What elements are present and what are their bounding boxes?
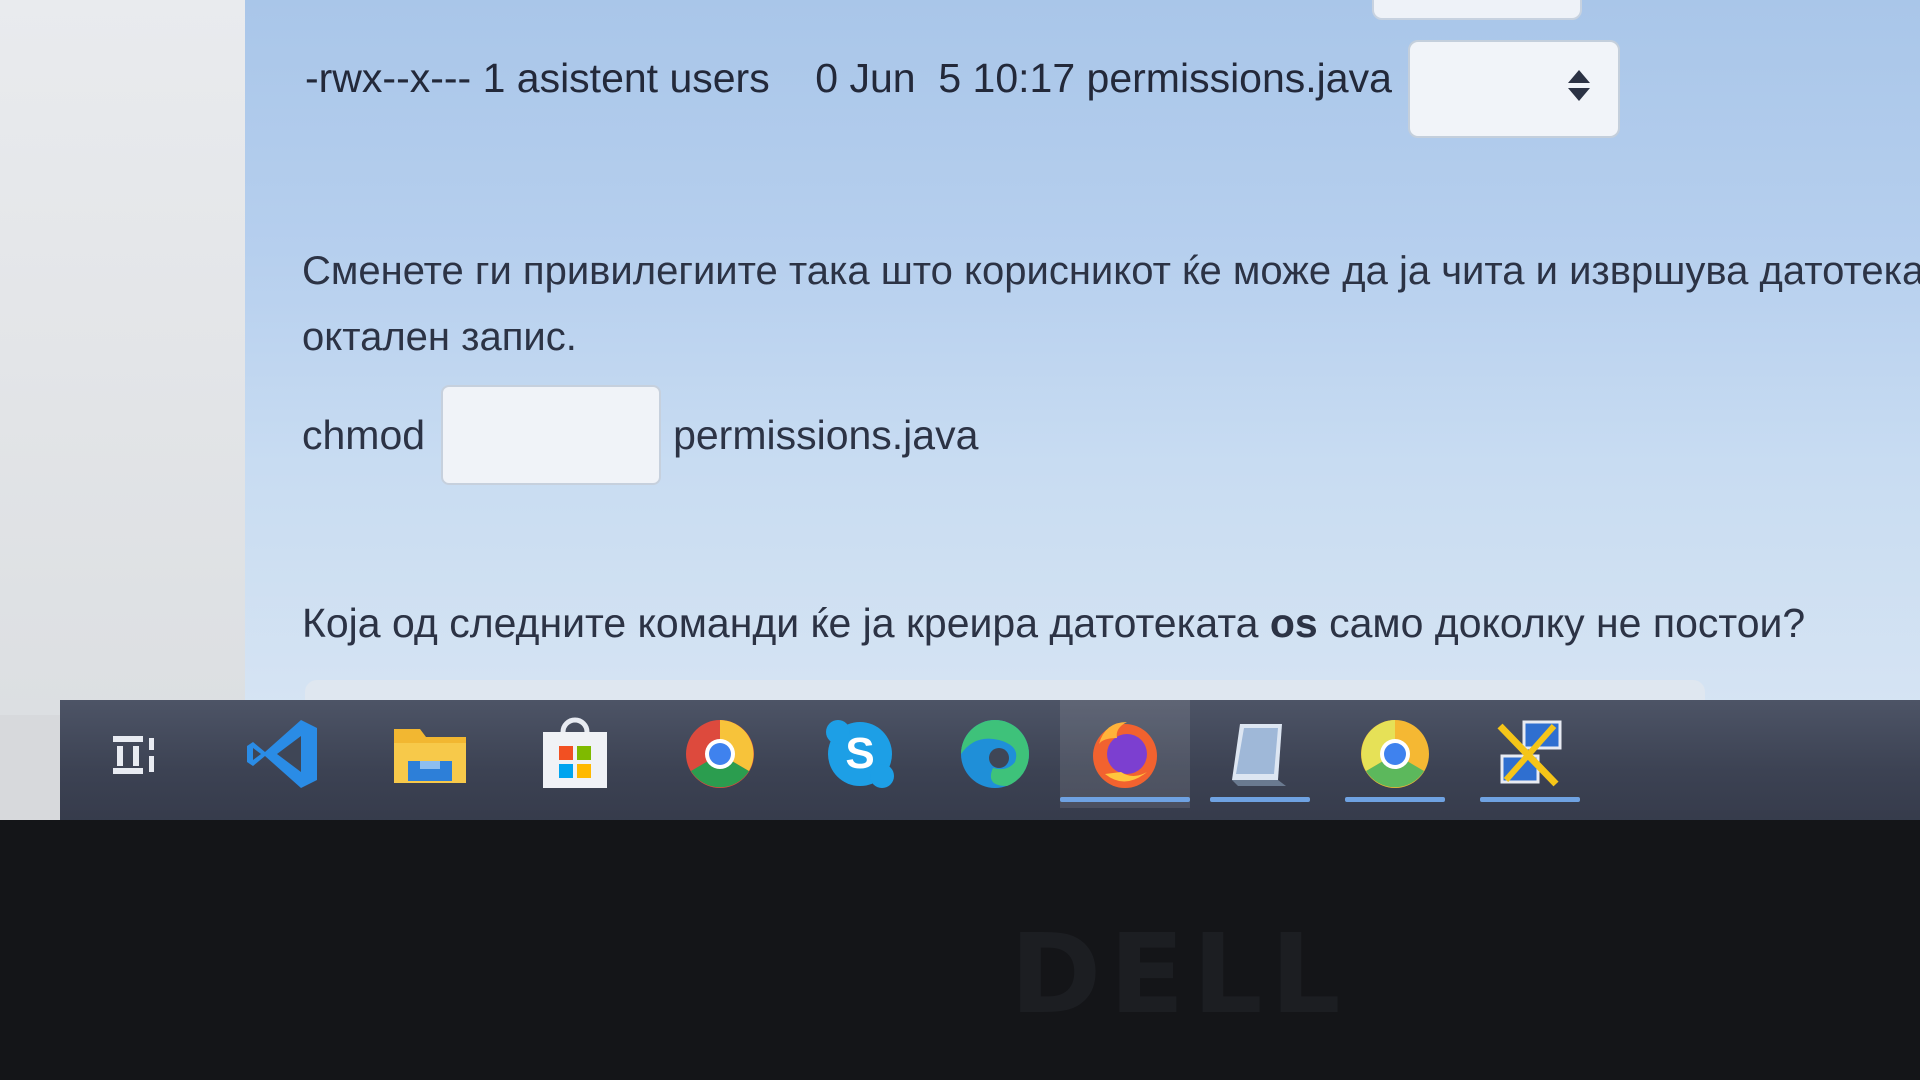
screen: -rwx--x--- 1 asistent users 0 Jun 5 10:1… bbox=[0, 0, 1920, 820]
firefox-running-indicator bbox=[1060, 797, 1190, 802]
previous-select-box[interactable] bbox=[1372, 0, 1582, 20]
question-2-filename: os bbox=[1269, 600, 1318, 646]
taskbar-store[interactable] bbox=[510, 700, 640, 808]
taskbar-task-view[interactable] bbox=[70, 700, 200, 808]
edge-icon bbox=[961, 720, 1030, 788]
svg-text:S: S bbox=[845, 729, 874, 778]
chmod-filename: permissions.java bbox=[673, 411, 979, 458]
taskbar-file-explorer[interactable] bbox=[365, 700, 495, 808]
taskbar-remote-tools[interactable] bbox=[1465, 700, 1595, 808]
question-2-text: Која од следните команди ќе ја креира да… bbox=[302, 600, 1920, 647]
question-text: Сменете ги привилегиите така што корисни… bbox=[302, 238, 1920, 370]
taskbar-chrome[interactable] bbox=[655, 700, 785, 808]
vscode-icon bbox=[247, 720, 317, 788]
laptop-bezel bbox=[0, 820, 1920, 1080]
taskbar-skype[interactable]: S bbox=[795, 700, 925, 808]
chrome-canary-icon bbox=[1361, 720, 1429, 788]
permission-listing: -rwx--x--- 1 asistent users 0 Jun 5 10:1… bbox=[305, 55, 1392, 101]
virtualbox-icon bbox=[1232, 724, 1286, 786]
taskbar-virtualbox[interactable] bbox=[1195, 700, 1325, 808]
quiz-content: -rwx--x--- 1 asistent users 0 Jun 5 10:1… bbox=[245, 0, 1920, 715]
taskbar-edge[interactable] bbox=[930, 700, 1060, 808]
chmod-answer-row: chmod permissions.java bbox=[302, 385, 978, 485]
firefox-icon bbox=[1093, 722, 1157, 788]
taskbar-vscode[interactable] bbox=[220, 700, 350, 808]
remote-tools-icon bbox=[1497, 720, 1562, 787]
question-line-2: октален запис. bbox=[302, 315, 577, 359]
file-explorer-icon bbox=[394, 729, 466, 783]
question-2-part-2: само доколку не постои? bbox=[1317, 600, 1806, 646]
chrome-icon bbox=[686, 720, 754, 788]
taskbar-chrome-canary[interactable] bbox=[1330, 700, 1460, 808]
remote-tools-running-indicator bbox=[1480, 797, 1580, 802]
task-view-icon bbox=[113, 736, 154, 774]
question-2-part-1: Која од следните команди ќе ја креира да… bbox=[302, 600, 1270, 646]
taskbar: S bbox=[60, 700, 1920, 820]
virtualbox-running-indicator bbox=[1210, 797, 1310, 802]
taskbar-firefox[interactable] bbox=[1060, 700, 1190, 808]
chmod-label: chmod bbox=[302, 411, 426, 458]
answer-select[interactable] bbox=[1408, 40, 1620, 138]
select-arrows-icon bbox=[1568, 70, 1590, 110]
taskbar-left-gap bbox=[0, 715, 60, 820]
skype-icon: S bbox=[826, 720, 894, 788]
question-line-1: Сменете ги привилегиите така што корисни… bbox=[302, 249, 1920, 293]
chmod-octal-input[interactable] bbox=[441, 385, 662, 485]
left-panel bbox=[0, 0, 245, 715]
chrome-canary-running-indicator bbox=[1345, 797, 1445, 802]
dell-logo: DELL bbox=[1010, 910, 1349, 1038]
microsoft-store-icon bbox=[543, 717, 607, 788]
